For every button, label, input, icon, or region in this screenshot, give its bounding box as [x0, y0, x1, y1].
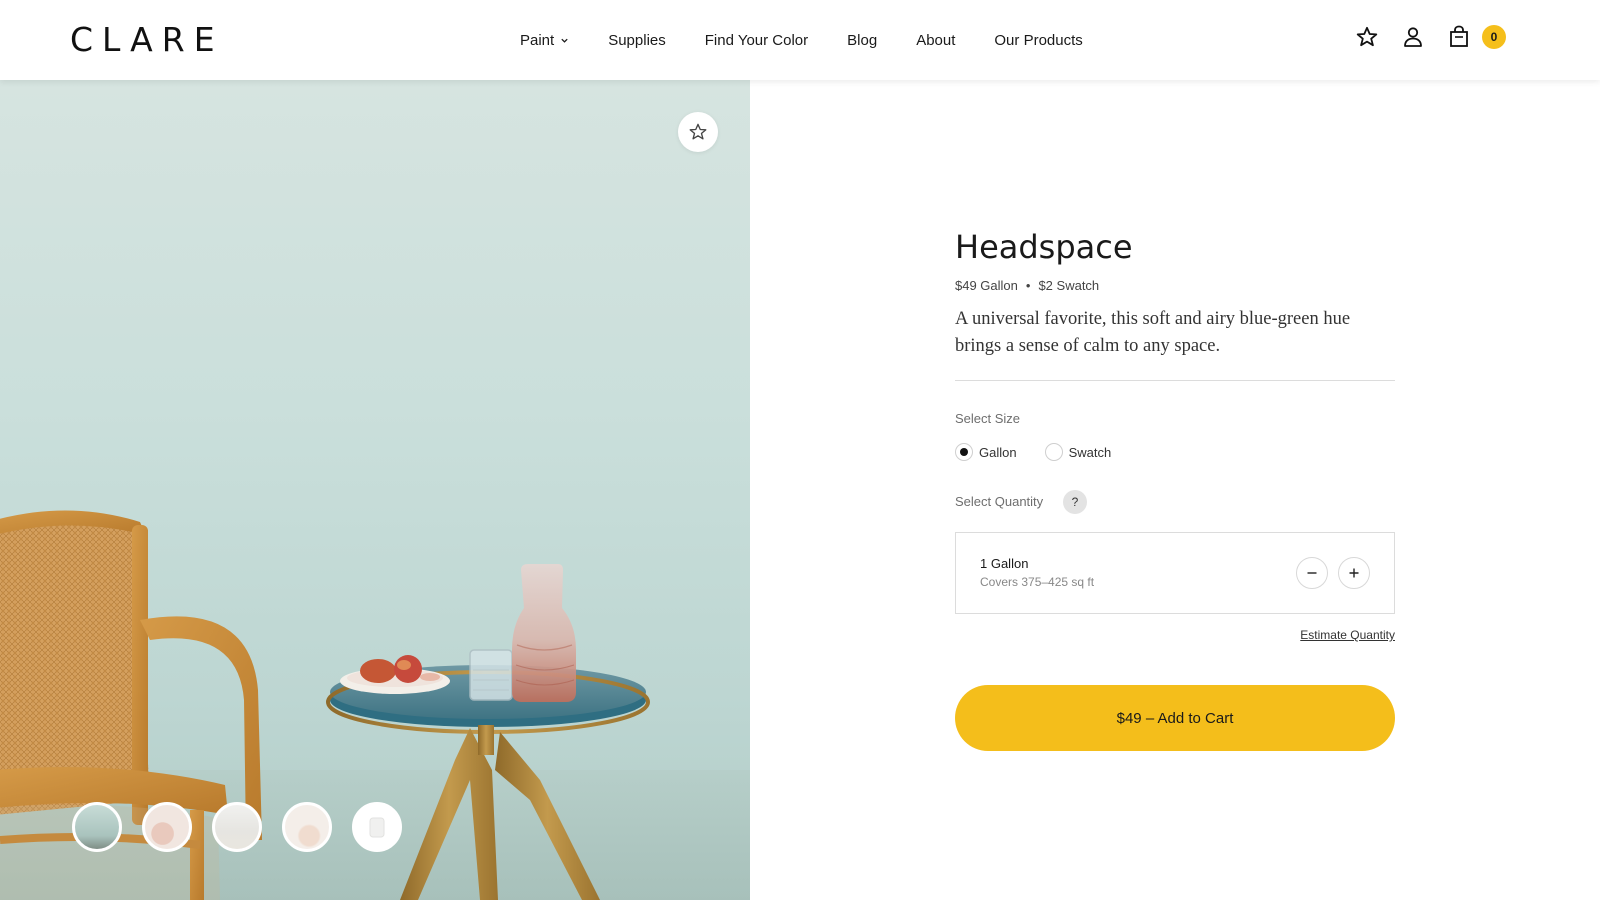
image-thumbnails — [72, 802, 422, 852]
size-option-gallon[interactable]: Gallon — [955, 443, 1017, 461]
cart-icon — [1450, 25, 1468, 47]
nav-item-find-your-color[interactable]: Find Your Color — [705, 32, 808, 49]
product-title: Headspace — [955, 228, 1133, 266]
radio-unselected[interactable] — [1044, 443, 1063, 461]
select-quantity-label: Select Quantity — [955, 494, 1044, 509]
paint-can-icon — [369, 817, 385, 838]
thumbnail-2[interactable] — [142, 802, 192, 852]
nav-item-supplies[interactable]: Supplies — [608, 32, 666, 49]
cart-button[interactable]: 0 — [1446, 24, 1506, 50]
plus-icon — [1349, 568, 1359, 578]
thumbnail-1[interactable] — [72, 802, 122, 852]
nav-item-label: Paint — [520, 31, 555, 49]
room-scene-image — [0, 510, 750, 900]
size-option-label: Swatch — [1068, 444, 1112, 460]
price-line: $49 Gallon • $2 Swatch — [955, 278, 1099, 293]
user-icon — [1404, 27, 1422, 47]
nav-item-paint[interactable]: Paint — [520, 32, 569, 49]
site-header: CLARE Paint Supplies Find Your Color Blo… — [0, 0, 1600, 80]
thumbnail-4[interactable] — [282, 802, 332, 852]
decrease-quantity-button[interactable] — [1296, 557, 1328, 589]
nav-item-about[interactable]: About — [916, 32, 955, 49]
divider — [955, 380, 1395, 381]
radio-selected[interactable] — [955, 443, 973, 461]
header-actions: 0 — [1334, 24, 1506, 50]
nav-item-blog[interactable]: Blog — [847, 32, 877, 49]
select-size-label: Select Size — [955, 411, 1021, 426]
favorite-button[interactable] — [678, 112, 718, 152]
quantity-value: 1 Gallon — [980, 556, 1029, 571]
chevron-down-icon — [561, 38, 568, 43]
size-option-label: Gallon — [979, 444, 1017, 460]
thumbnail-5[interactable] — [352, 802, 402, 852]
wishlist-button[interactable] — [1354, 24, 1380, 50]
size-option-swatch[interactable]: Swatch — [1044, 443, 1112, 461]
minus-icon — [1307, 572, 1317, 574]
size-options: Gallon Swatch — [955, 443, 1139, 461]
increase-quantity-button[interactable] — [1338, 557, 1370, 589]
product-description: A universal favorite, this soft and airy… — [955, 309, 1351, 356]
cart-count-badge: 0 — [1482, 25, 1506, 49]
coverage-text: Covers 375–425 sq ft — [980, 575, 1095, 589]
gallon-price: $49 Gallon — [955, 278, 1018, 293]
quantity-help-button[interactable]: ? — [1063, 490, 1087, 514]
account-button[interactable] — [1400, 24, 1426, 50]
swatch-price: $2 Swatch — [1038, 278, 1100, 293]
estimate-quantity-link[interactable]: Estimate Quantity — [1300, 628, 1395, 642]
nav-item-our-products[interactable]: Our Products — [994, 32, 1082, 49]
add-to-cart-button[interactable]: $49 – Add to Cart — [955, 685, 1395, 751]
star-icon — [689, 123, 707, 140]
price-separator: • — [1025, 278, 1031, 293]
star-icon — [1356, 26, 1378, 47]
thumbnail-3[interactable] — [212, 802, 262, 852]
quantity-stepper: 1 Gallon Covers 375–425 sq ft — [955, 532, 1395, 614]
main-nav: Paint Supplies Find Your Color Blog Abou… — [520, 0, 1083, 80]
product-image — [0, 80, 750, 900]
brand-logo[interactable]: CLARE — [70, 22, 224, 58]
